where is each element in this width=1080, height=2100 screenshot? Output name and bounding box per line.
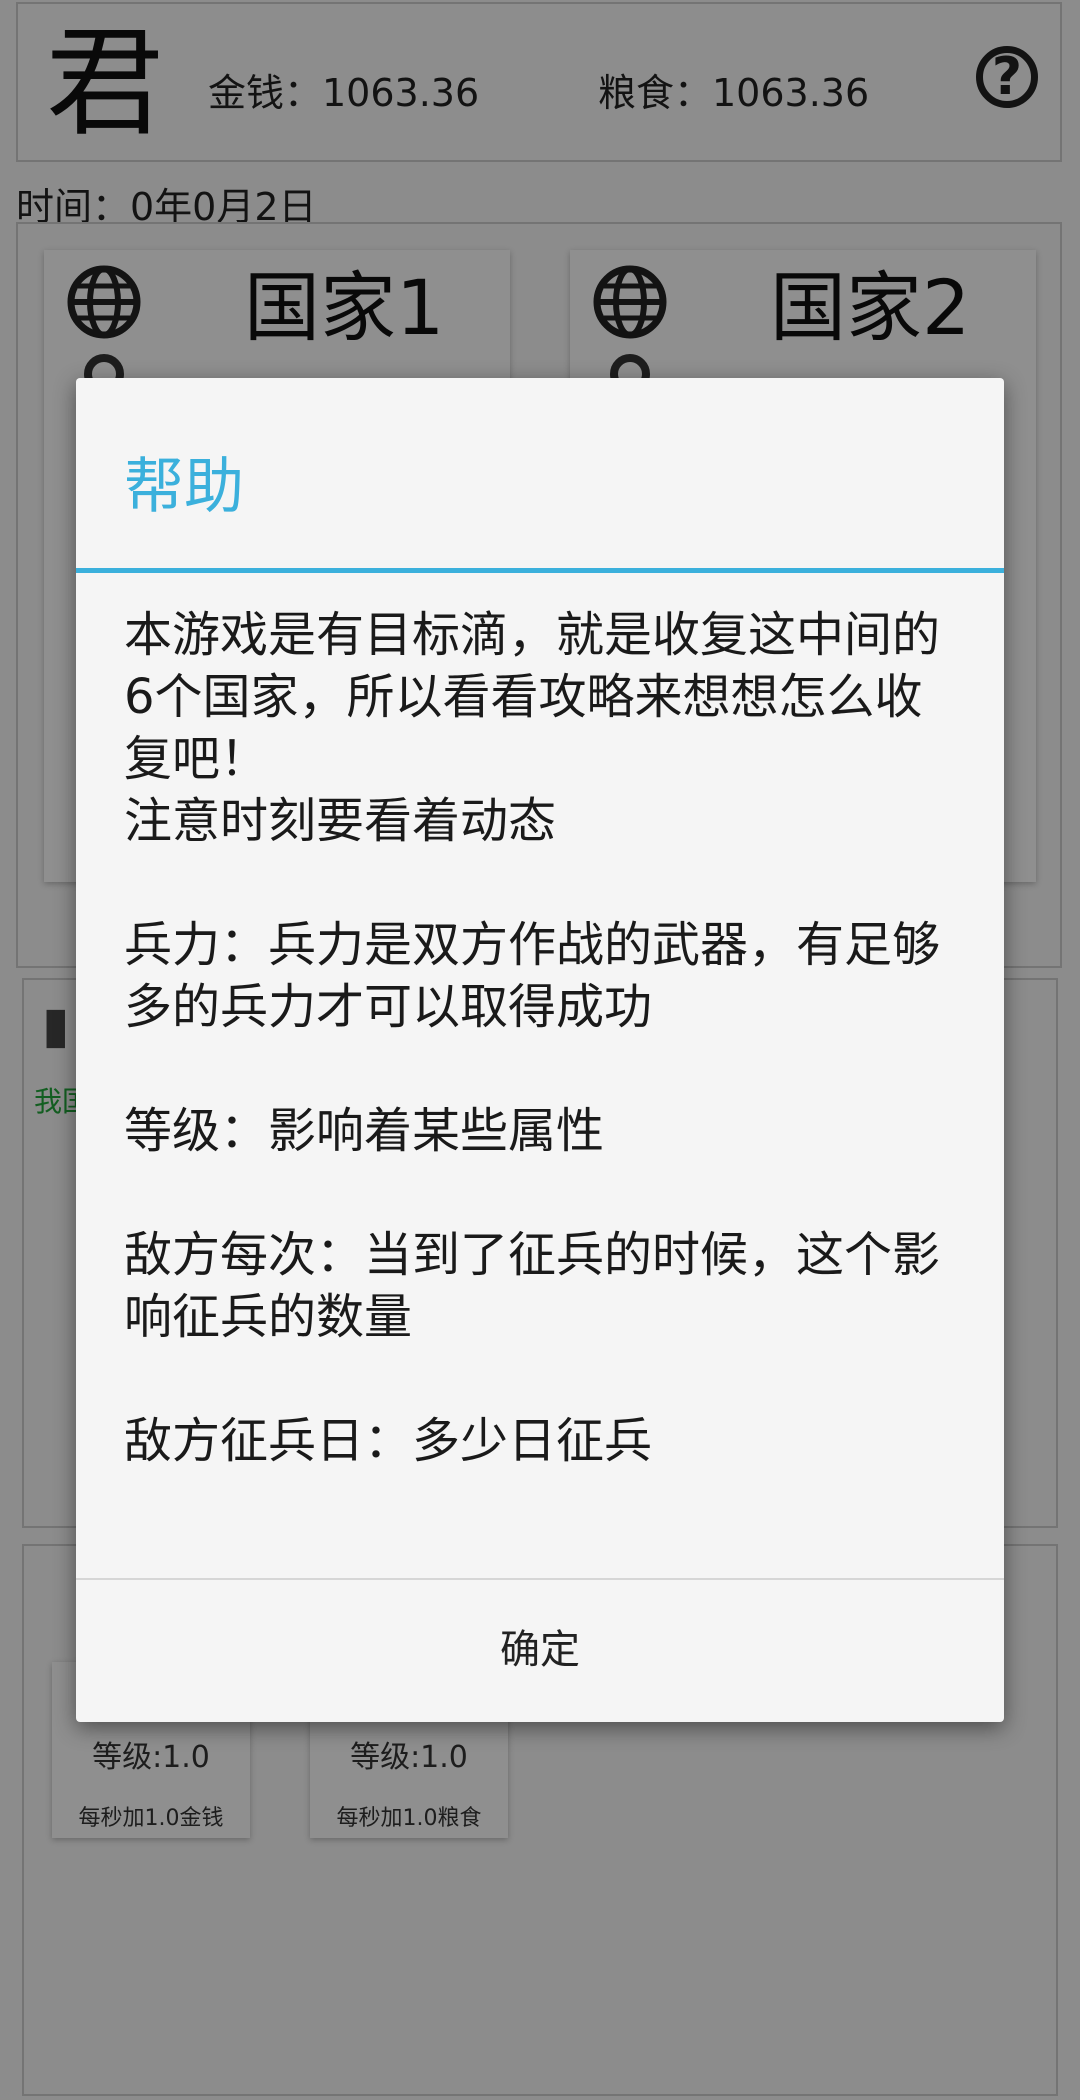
help-paragraph-troops: 兵力：兵力是双方作战的武器，有足够多的兵力才可以取得成功 — [124, 917, 941, 1035]
help-dialog: 帮助 本游戏是有目标滴，就是收复这中间的6个国家，所以看看攻略来想想怎么收复吧！… — [76, 378, 1004, 1722]
confirm-button[interactable]: 确定 — [76, 1580, 1004, 1720]
help-paragraph-goal: 本游戏是有目标滴，就是收复这中间的6个国家，所以看看攻略来想想怎么收复吧！ 注意… — [124, 607, 941, 849]
dialog-title: 帮助 — [124, 452, 244, 522]
title-divider — [76, 568, 1004, 573]
help-paragraph-enemy-draft-day: 敌方征兵日：多少日征兵 — [124, 1413, 653, 1469]
help-paragraph-level: 等级：影响着某些属性 — [124, 1103, 605, 1159]
dialog-body: 本游戏是有目标滴，就是收复这中间的6个国家，所以看看攻略来想想怎么收复吧！ 注意… — [124, 604, 964, 1534]
help-paragraph-enemy-each: 敌方每次：当到了征兵的时候，这个影响征兵的数量 — [124, 1227, 941, 1345]
